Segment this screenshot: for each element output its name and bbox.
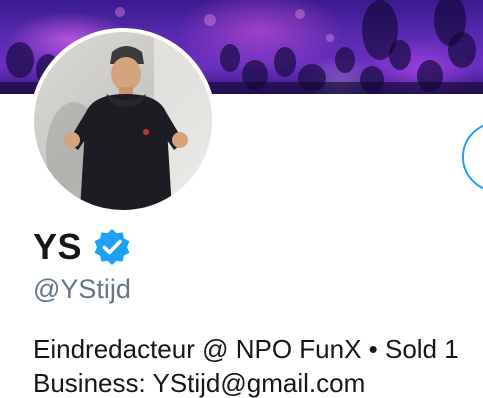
profile-bio: Eindredacteur @ NPO FunX • Sold 1 Busine… [33, 332, 483, 398]
bio-line: Eindredacteur @ NPO FunX • Sold 1 [33, 334, 459, 364]
display-name: YS [33, 226, 83, 267]
avatar-photo [34, 32, 212, 210]
verified-checkmark-icon [92, 227, 132, 267]
avatar[interactable] [30, 28, 216, 214]
bio-line: Business: YStijd@gmail.com [33, 368, 366, 398]
follow-button[interactable] [462, 122, 483, 192]
user-handle: @YStijd [33, 274, 131, 304]
profile-header: YS @YStijd Eindredacteur @ NPO FunX • So… [0, 0, 483, 398]
name-row: YS [33, 224, 132, 270]
